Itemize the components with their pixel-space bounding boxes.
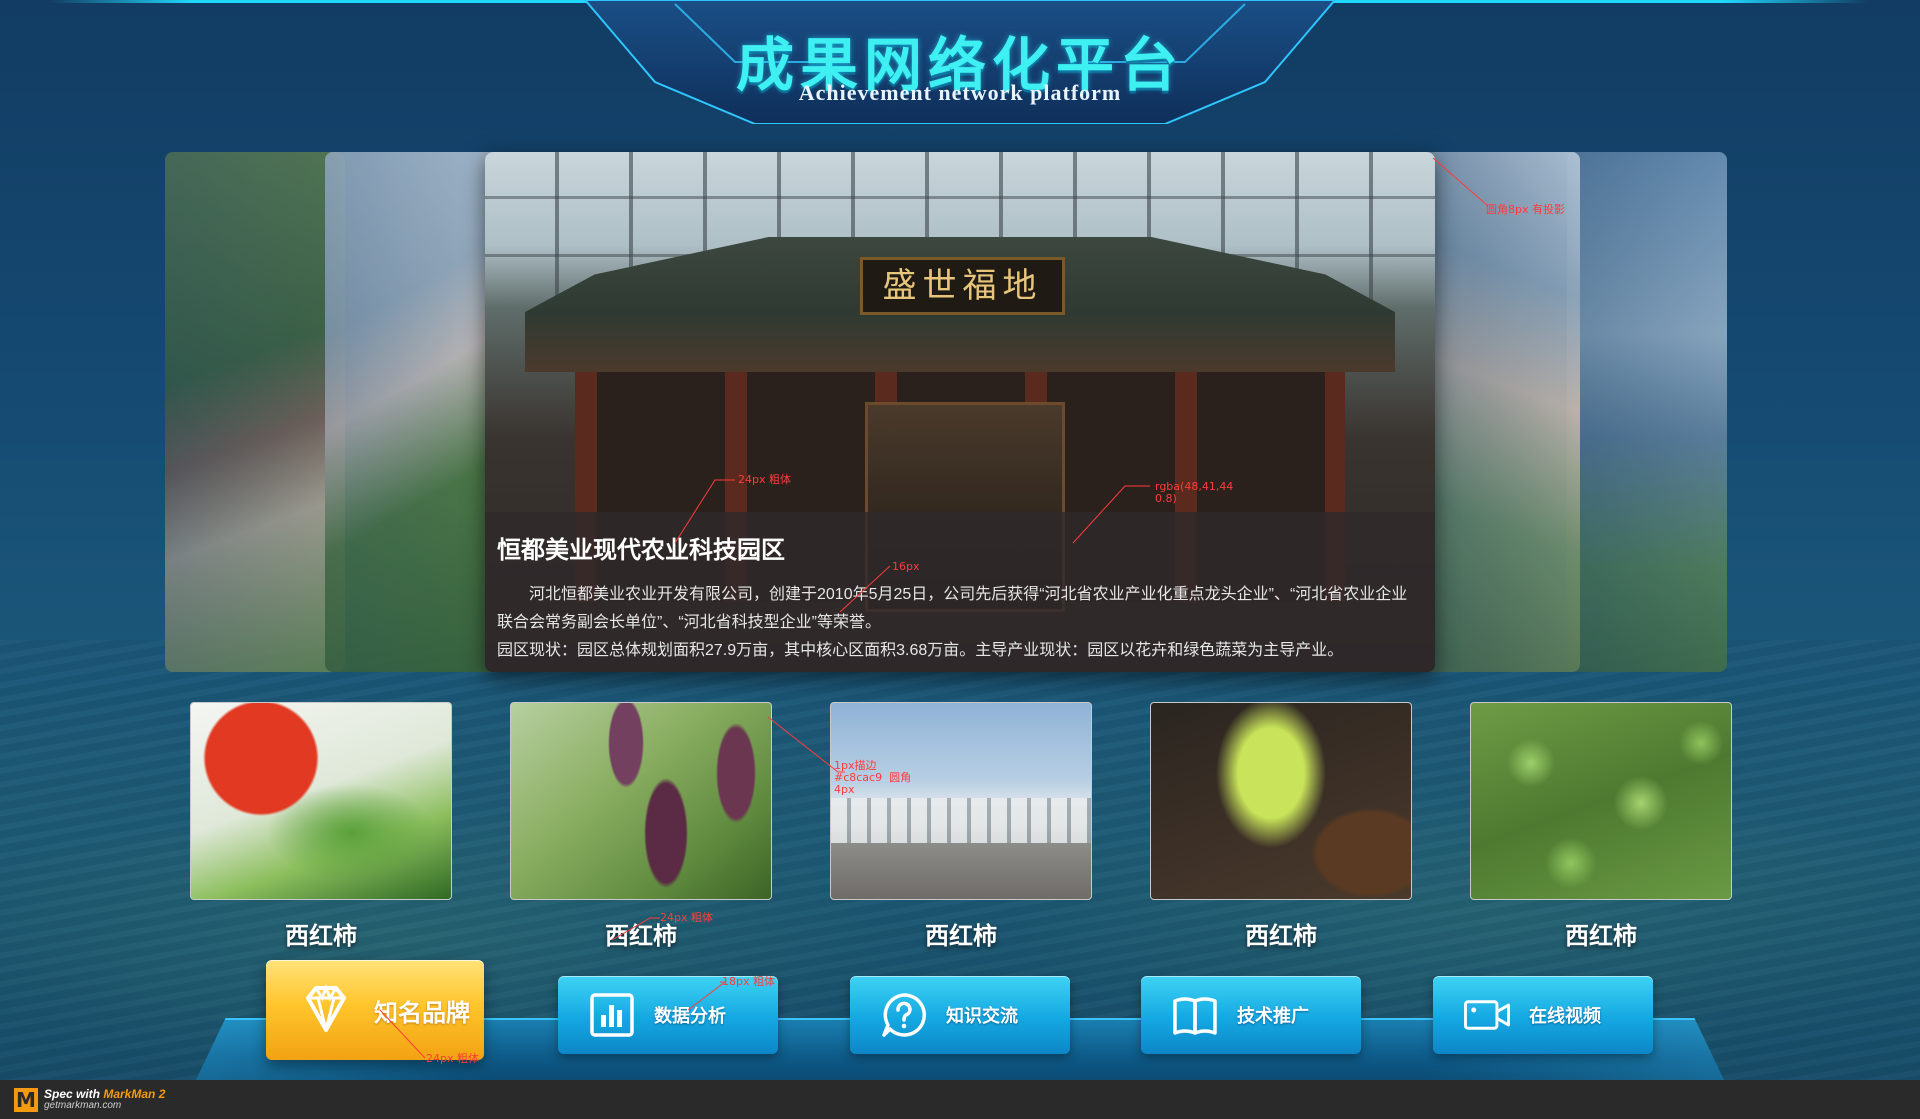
annotation-title-font: 24px 粗体 (738, 473, 791, 486)
annotation-desc-font: 16px (892, 560, 920, 573)
footer-url[interactable]: getmarkman.com (44, 1100, 165, 1112)
footer-spec-brand: MarkMan 2 (103, 1086, 166, 1101)
annotation-nav-font: 18px 粗体 (722, 975, 775, 988)
page: 成果网络化平台 Achievement network platform 盛世福… (0, 0, 1920, 1119)
footer-spec-prefix: Spec with (44, 1086, 104, 1101)
footer-spec: Spec with MarkMan 2 (44, 1088, 165, 1100)
footer-text: Spec with MarkMan 2 getmarkman.com (44, 1088, 165, 1112)
footer: M Spec with MarkMan 2 getmarkman.com (0, 1080, 1920, 1119)
annotation-radius: 圆角8px 有投影 (1486, 203, 1565, 216)
annotation-product-font: 24px 粗体 (660, 911, 713, 924)
annotation-thumb-border: 1px描边 #c8cac9 圆角 4px (834, 759, 912, 796)
annotation-lines (379, 157, 1489, 1059)
annotation-active-font: 24px 粗体 (426, 1052, 479, 1065)
annotation-overlay: rgba(48,41,44 0.8) (1155, 480, 1234, 505)
markman-logo: M (14, 1087, 38, 1112)
